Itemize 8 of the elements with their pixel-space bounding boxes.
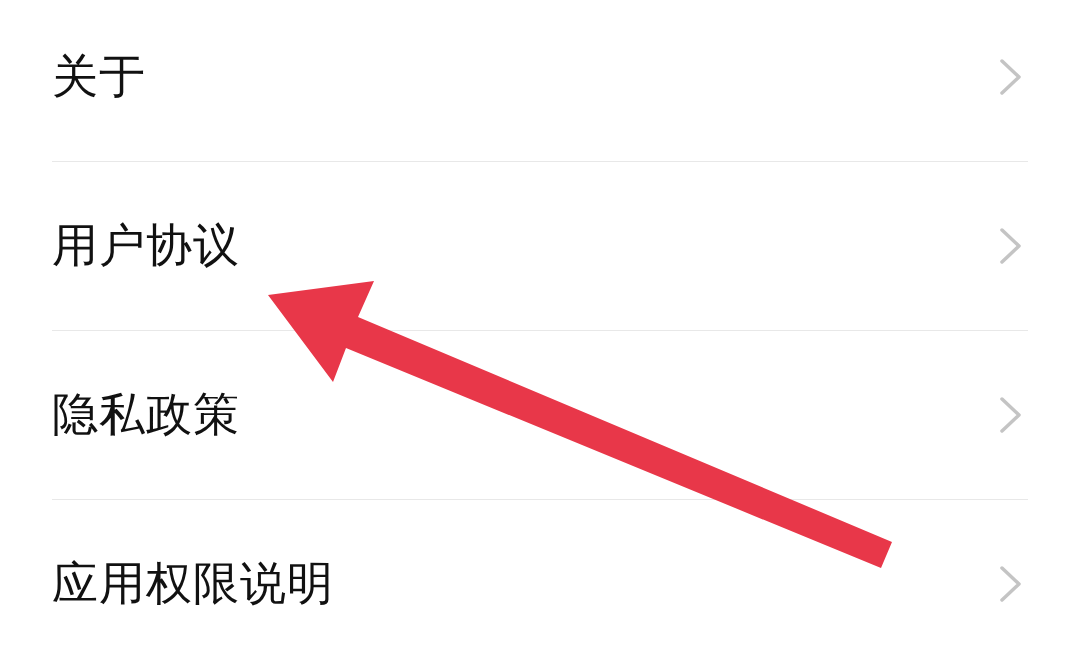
chevron-right-icon xyxy=(1000,397,1022,433)
settings-row[interactable]: 用户协议 xyxy=(0,162,1080,330)
settings-row[interactable]: 关于 xyxy=(0,0,1080,161)
chevron-right-icon xyxy=(1000,228,1022,264)
settings-row[interactable]: 应用权限说明 xyxy=(0,500,1080,663)
chevron-right-icon xyxy=(1000,566,1022,602)
settings-row[interactable]: 隐私政策 xyxy=(0,331,1080,499)
chevron-right-icon xyxy=(1000,59,1022,95)
